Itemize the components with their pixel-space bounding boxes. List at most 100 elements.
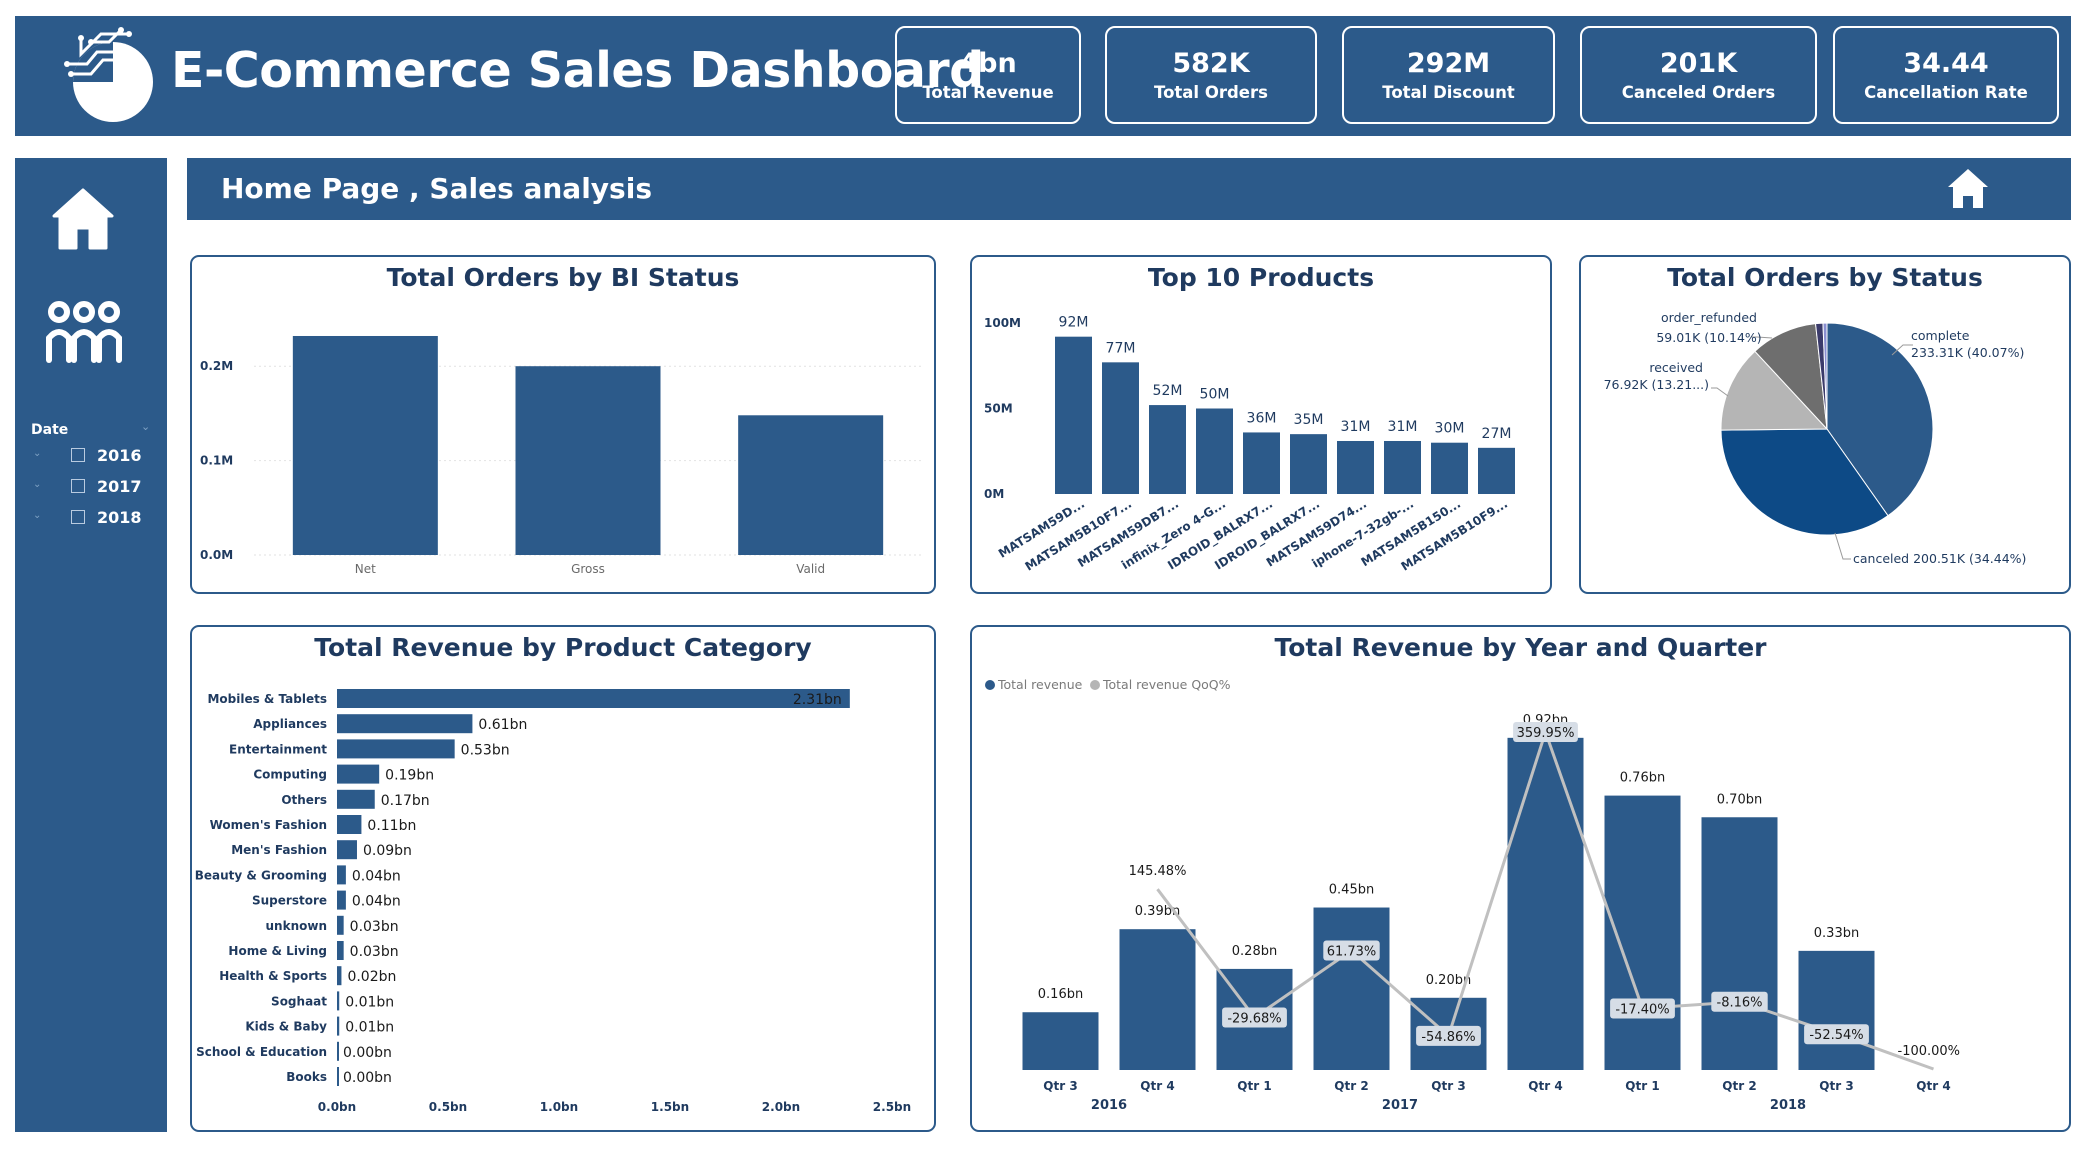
bar [1431, 442, 1468, 494]
data-label: 0.03bn [350, 944, 399, 960]
data-label: 0.53bn [461, 742, 510, 758]
chevron-down-icon[interactable]: ⌄ [33, 510, 41, 521]
data-label: 2.31bn [793, 692, 842, 708]
qoq-label: 61.73% [1327, 945, 1377, 960]
qoq-label: -54.86% [1421, 1030, 1475, 1045]
slice-value: 76.92K (13.21...) [1604, 377, 1709, 392]
top-products-chart: 0M50M100M 92MMATSAM59D...77MMATSAM5B10F7.… [984, 315, 1515, 574]
x-tick-label: Qtr 2 [1334, 1079, 1368, 1093]
x-tick-label: Qtr 3 [1431, 1079, 1465, 1093]
bar [1384, 440, 1421, 494]
y-tick-label: Superstore [252, 894, 327, 908]
bar [337, 689, 850, 708]
bar [337, 815, 362, 834]
data-label: 92M [1059, 315, 1089, 331]
year-label: 2018 [97, 508, 142, 527]
data-label: 52M [1153, 383, 1183, 399]
data-label: 0.01bn [345, 994, 394, 1010]
orders-status-pie: complete 233.31K (40.07%) canceled 200.51K… [1604, 310, 2027, 566]
y-tick-label: Health & Sports [219, 969, 327, 983]
data-label: 36M [1247, 410, 1277, 426]
kpi-value: 292M [1406, 48, 1491, 79]
x-tick-label: 2.5bn [873, 1100, 911, 1114]
chevron-down-icon[interactable]: ⌄ [33, 479, 41, 490]
checkbox[interactable] [71, 479, 85, 493]
bar [337, 840, 357, 860]
legend-label: Total revenue [997, 677, 1083, 692]
year-label: 2017 [97, 477, 142, 496]
bar [1478, 447, 1515, 494]
bar [337, 714, 473, 734]
bar [1798, 950, 1875, 1070]
bar [337, 966, 342, 986]
qoq-label: 145.48% [1129, 864, 1187, 879]
data-label: 0.17bn [381, 793, 430, 809]
data-label: 0.33bn [1814, 926, 1859, 941]
x-tick-label: Qtr 4 [1140, 1079, 1174, 1093]
data-label: 0.28bn [1232, 944, 1277, 959]
category-revenue-chart: Mobiles & Tablets 2.31bn Appliances 0.61bn E… [195, 689, 911, 1114]
kpi-value: 34.44 [1903, 48, 1989, 79]
qoq-label: 359.95% [1517, 726, 1575, 741]
y-tick-label: Beauty & Grooming [195, 868, 327, 882]
bar [515, 366, 661, 555]
bar [337, 764, 380, 784]
data-label: 0.02bn [347, 969, 396, 985]
data-label: 0.00bn [343, 1070, 392, 1086]
data-label: 0.11bn [367, 818, 416, 834]
bi-status-chart: 0.0M 0.1M 0.2M Net Gross Valid [200, 335, 922, 576]
x-tick-label: Gross [571, 562, 605, 576]
year-label: 2016 [97, 446, 142, 465]
date-filter-2016[interactable]: ⌄ 2016 [31, 446, 161, 470]
x-tick-label: Qtr 4 [1528, 1079, 1562, 1093]
leader-line [1711, 387, 1729, 397]
x-tick-label: Valid [796, 562, 825, 576]
slice-value: 59.01K (10.14%) [1656, 330, 1761, 345]
chevron-down-icon[interactable]: ⌄ [141, 420, 150, 433]
y-tick-label: 0M [984, 487, 1004, 501]
kpi-label: Canceled Orders [1621, 83, 1776, 102]
x-tick-label: Qtr 3 [1043, 1079, 1077, 1093]
bar [337, 915, 344, 935]
data-label: 31M [1388, 419, 1418, 435]
legend-label: Total revenue QoQ% [1102, 677, 1231, 692]
data-label: 0.61bn [478, 717, 527, 733]
header-bar: E-Commerce Sales Dashboard 4bn Total Rev… [15, 16, 2071, 136]
sidebar: Date ⌄ ⌄ 2016 ⌄ 2017 ⌄ 2018 [15, 158, 167, 1132]
people-icon[interactable] [43, 298, 125, 366]
slice-label: canceled 200.51K (34.44%) [1853, 551, 2026, 566]
y-tick-label: Women's Fashion [210, 818, 327, 832]
data-label: 0.45bn [1329, 883, 1374, 898]
date-filter-2018[interactable]: ⌄ 2018 [31, 508, 161, 532]
date-filter-2017[interactable]: ⌄ 2017 [31, 477, 161, 501]
kpi-value: 4bn [959, 48, 1017, 79]
qoq-label: -100.00% [1898, 1044, 1961, 1059]
home-icon[interactable] [50, 186, 116, 254]
y-tick-label: Men's Fashion [231, 843, 327, 857]
x-tick-label: 1.0bn [540, 1100, 578, 1114]
y-tick-label: Mobiles & Tablets [207, 692, 327, 706]
bar [1196, 408, 1233, 494]
kpi-value: 582K [1172, 48, 1250, 79]
bar [337, 789, 375, 809]
bar [1119, 929, 1196, 1070]
checkbox[interactable] [71, 448, 85, 462]
year-label: 2017 [1382, 1098, 1418, 1113]
chevron-down-icon[interactable]: ⌄ [33, 448, 41, 459]
y-tick-label: Others [281, 793, 327, 807]
y-tick-label: 100M [984, 316, 1021, 330]
bar [1313, 907, 1390, 1070]
bar [292, 335, 438, 555]
bar [337, 739, 455, 759]
kpi-value: 201K [1659, 48, 1738, 79]
kpi-label: Total Orders [1154, 83, 1268, 102]
checkbox[interactable] [71, 510, 85, 524]
bar [1701, 817, 1778, 1070]
card-bi-status: Total Orders by BI Status 0.0M 0.1M 0.2M Ne… [190, 255, 936, 594]
bar [1022, 1012, 1099, 1070]
app-title: E-Commerce Sales Dashboard [171, 42, 984, 99]
home-icon[interactable] [1945, 166, 1991, 212]
page-header-bar: Home Page , Sales analysis [187, 158, 2071, 220]
y-tick-label: 0.2M [200, 359, 233, 373]
qoq-label: -8.16% [1717, 996, 1763, 1011]
